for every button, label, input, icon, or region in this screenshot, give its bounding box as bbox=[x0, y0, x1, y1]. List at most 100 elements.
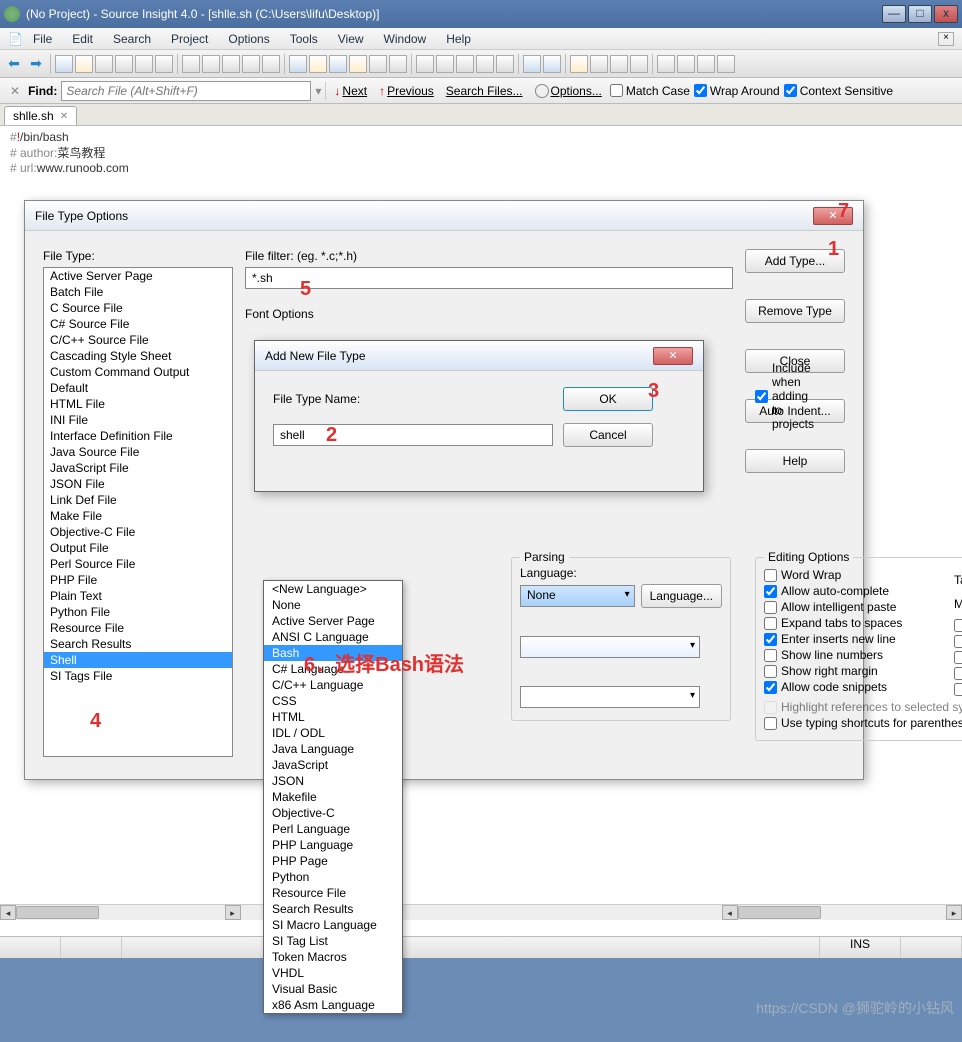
language-item[interactable]: HTML bbox=[264, 709, 402, 725]
tool-copy-icon[interactable] bbox=[202, 55, 220, 73]
menu-view[interactable]: View bbox=[328, 30, 374, 48]
find-prev-button[interactable]: ↑Previous bbox=[375, 84, 438, 98]
language-item[interactable]: JSON bbox=[264, 773, 402, 789]
tool-q-icon[interactable] bbox=[630, 55, 648, 73]
tertiary-combo[interactable] bbox=[520, 686, 700, 708]
language-item[interactable]: Bash bbox=[264, 645, 402, 661]
language-item[interactable]: Java Language bbox=[264, 741, 402, 757]
language-item[interactable]: PHP Language bbox=[264, 837, 402, 853]
menu-tools[interactable]: Tools bbox=[280, 30, 328, 48]
file-type-item[interactable]: C# Source File bbox=[44, 316, 232, 332]
file-type-item[interactable]: SI Tags File bbox=[44, 668, 232, 684]
tool-redo-icon[interactable] bbox=[262, 55, 280, 73]
visible-spaces-checkbox[interactable]: Visible spaces bbox=[954, 634, 962, 648]
language-item[interactable]: <New Language> bbox=[264, 581, 402, 597]
tool-print-icon[interactable] bbox=[135, 55, 153, 73]
tool-saveall-icon[interactable] bbox=[115, 55, 133, 73]
use-overview-checkbox[interactable]: Use Overview bbox=[954, 666, 962, 680]
tool-e-icon[interactable] bbox=[369, 55, 387, 73]
tool-m-icon[interactable] bbox=[543, 55, 561, 73]
language-item[interactable]: Python bbox=[264, 869, 402, 885]
file-type-item[interactable]: Objective-C File bbox=[44, 524, 232, 540]
enter-newline-checkbox[interactable]: Enter inserts new line bbox=[764, 632, 934, 646]
language-item[interactable]: PHP Page bbox=[264, 853, 402, 869]
menu-file[interactable]: File bbox=[23, 30, 62, 48]
language-item[interactable]: x86 Asm Language bbox=[264, 997, 402, 1013]
file-type-item[interactable]: Link Def File bbox=[44, 492, 232, 508]
language-item[interactable]: Active Server Page bbox=[264, 613, 402, 629]
file-type-item[interactable]: JSON File bbox=[44, 476, 232, 492]
tool-undo-icon[interactable] bbox=[242, 55, 260, 73]
file-type-item[interactable]: HTML File bbox=[44, 396, 232, 412]
language-item[interactable]: Token Macros bbox=[264, 949, 402, 965]
expand-tabs-checkbox[interactable]: Expand tabs to spaces bbox=[764, 616, 934, 630]
menu-window[interactable]: Window bbox=[374, 30, 437, 48]
file-type-item[interactable]: Interface Definition File bbox=[44, 428, 232, 444]
file-type-item[interactable]: Python File bbox=[44, 604, 232, 620]
tool-s-icon[interactable] bbox=[677, 55, 695, 73]
editor-scrollbar-h[interactable]: ◂▸ ◂▸ bbox=[0, 904, 962, 920]
typing-shortcuts-checkbox[interactable]: Use typing shortcuts for parentheses and… bbox=[764, 716, 962, 730]
help-button[interactable]: Help bbox=[745, 449, 845, 473]
wrap-around-checkbox[interactable]: Wrap Around bbox=[694, 84, 780, 98]
file-type-item[interactable]: Make File bbox=[44, 508, 232, 524]
tool-folder-icon[interactable] bbox=[75, 55, 93, 73]
tool-b-icon[interactable] bbox=[309, 55, 327, 73]
include-projects-checkbox[interactable]: Include when adding to projects bbox=[755, 361, 814, 431]
visible-tabs-checkbox[interactable]: Visible tabs bbox=[954, 618, 962, 632]
dialog2-titlebar[interactable]: Add New File Type ✕ bbox=[255, 341, 703, 371]
tool-open-icon[interactable] bbox=[55, 55, 73, 73]
language-item[interactable]: C# Language bbox=[264, 661, 402, 677]
symbol-window-checkbox[interactable]: Symbol Window bbox=[954, 650, 962, 664]
file-type-item[interactable]: Plain Text bbox=[44, 588, 232, 604]
minimize-button[interactable]: — bbox=[882, 5, 906, 23]
find-input[interactable] bbox=[61, 81, 311, 101]
word-wrap-checkbox[interactable]: Word Wrap bbox=[764, 568, 934, 582]
language-item[interactable]: None bbox=[264, 597, 402, 613]
language-dropdown[interactable]: <New Language>NoneActive Server PageANSI… bbox=[263, 580, 403, 1014]
language-item[interactable]: SI Tag List bbox=[264, 933, 402, 949]
file-type-item[interactable]: Batch File bbox=[44, 284, 232, 300]
file-type-item[interactable]: C/C++ Source File bbox=[44, 332, 232, 348]
forward-icon[interactable]: ➡ bbox=[26, 55, 46, 72]
file-type-item[interactable]: Java Source File bbox=[44, 444, 232, 460]
file-type-item[interactable]: Search Results bbox=[44, 636, 232, 652]
file-type-item[interactable]: Cascading Style Sheet bbox=[44, 348, 232, 364]
language-item[interactable]: Search Results bbox=[264, 901, 402, 917]
menu-help[interactable]: Help bbox=[436, 30, 481, 48]
language-item[interactable]: CSS bbox=[264, 693, 402, 709]
menu-edit[interactable]: Edit bbox=[62, 30, 103, 48]
tool-1-icon[interactable] bbox=[155, 55, 173, 73]
dialog2-close-icon[interactable]: ✕ bbox=[653, 347, 693, 365]
tool-save-icon[interactable] bbox=[95, 55, 113, 73]
code-snippets-checkbox[interactable]: Allow code snippets bbox=[764, 680, 934, 694]
search-options-button[interactable]: Options... bbox=[531, 84, 606, 98]
menu-project[interactable]: Project bbox=[161, 30, 218, 48]
ok-button[interactable]: OK bbox=[563, 387, 653, 411]
tab-close-icon[interactable]: ✕ bbox=[60, 111, 68, 122]
file-type-item[interactable]: PHP File bbox=[44, 572, 232, 588]
language-combo[interactable]: None bbox=[520, 585, 635, 607]
language-item[interactable]: Objective-C bbox=[264, 805, 402, 821]
close-button[interactable]: x bbox=[934, 5, 958, 23]
maximize-button[interactable]: □ bbox=[908, 5, 932, 23]
tool-k-icon[interactable] bbox=[496, 55, 514, 73]
file-type-item[interactable]: Perl Source File bbox=[44, 556, 232, 572]
language-item[interactable]: Makefile bbox=[264, 789, 402, 805]
tool-t-icon[interactable] bbox=[697, 55, 715, 73]
line-numbers-checkbox[interactable]: Show line numbers bbox=[764, 648, 934, 662]
tool-cut-icon[interactable] bbox=[182, 55, 200, 73]
findbar-close-icon[interactable]: ✕ bbox=[6, 84, 24, 98]
language-button[interactable]: Language... bbox=[641, 584, 722, 608]
tool-n-icon[interactable] bbox=[570, 55, 588, 73]
match-case-checkbox[interactable]: Match Case bbox=[610, 84, 690, 98]
file-type-item[interactable]: C Source File bbox=[44, 300, 232, 316]
tool-h-icon[interactable] bbox=[436, 55, 454, 73]
menu-options[interactable]: Options bbox=[218, 30, 279, 48]
language-item[interactable]: VHDL bbox=[264, 965, 402, 981]
tab-file[interactable]: shlle.sh ✕ bbox=[4, 106, 77, 125]
tool-p-icon[interactable] bbox=[610, 55, 628, 73]
dialog-close-icon[interactable]: ✕ bbox=[813, 207, 853, 225]
page-breaks-checkbox[interactable]: Show page breaks bbox=[954, 682, 962, 696]
tool-u-icon[interactable] bbox=[717, 55, 735, 73]
